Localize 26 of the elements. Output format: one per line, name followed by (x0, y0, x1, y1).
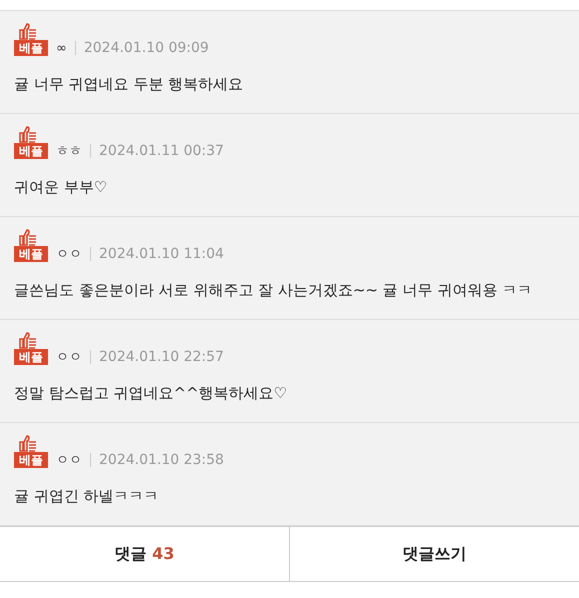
best-badge: 베플 (14, 40, 48, 56)
author-name: ㅇㅇ (56, 246, 82, 263)
comment-date: 2024.01.10 09:09 (84, 40, 209, 56)
thumbs-up-icon (17, 331, 39, 349)
comment-date: 2024.01.10 11:04 (99, 246, 224, 262)
comment-text: 귀여운 부부♡ (14, 178, 108, 197)
comment-count: 43 (152, 544, 174, 562)
comment-date: 2024.01.10 22:57 (99, 349, 224, 365)
thumbs-up-icon (17, 22, 39, 40)
author-name: ㅇㅇ (56, 349, 82, 366)
thumbs-up-icon (17, 434, 39, 452)
comment-text: 글쓴님도 좋은분이라 서로 위해주고 잘 사는거겠죠~~ 귤 너무 귀여워용 ㅋㅋ (14, 281, 534, 300)
thumbs-up-icon (17, 125, 39, 143)
comment-text: 귤 너무 귀엽네요 두분 행복하세요 (14, 75, 244, 94)
comment-date: 2024.01.10 23:58 (99, 452, 224, 468)
comment-text: 귤 귀엽긴 하넬ㅋㅋㅋ (14, 487, 160, 506)
comment-date: 2024.01.11 00:37 (99, 143, 224, 159)
author-name: ∞ (56, 40, 67, 56)
author-name: ㅎㅎ (56, 143, 82, 160)
best-badge: 베플 (14, 452, 48, 468)
thumbs-up-icon (17, 228, 39, 246)
best-badge: 베플 (14, 349, 48, 365)
best-badge: 베플 (14, 143, 48, 159)
comment-text: 정말 탐스럽고 귀엽네요^^행복하세요♡ (14, 384, 288, 403)
author-name: ㅇㅇ (56, 452, 82, 469)
best-badge: 베플 (14, 246, 48, 262)
